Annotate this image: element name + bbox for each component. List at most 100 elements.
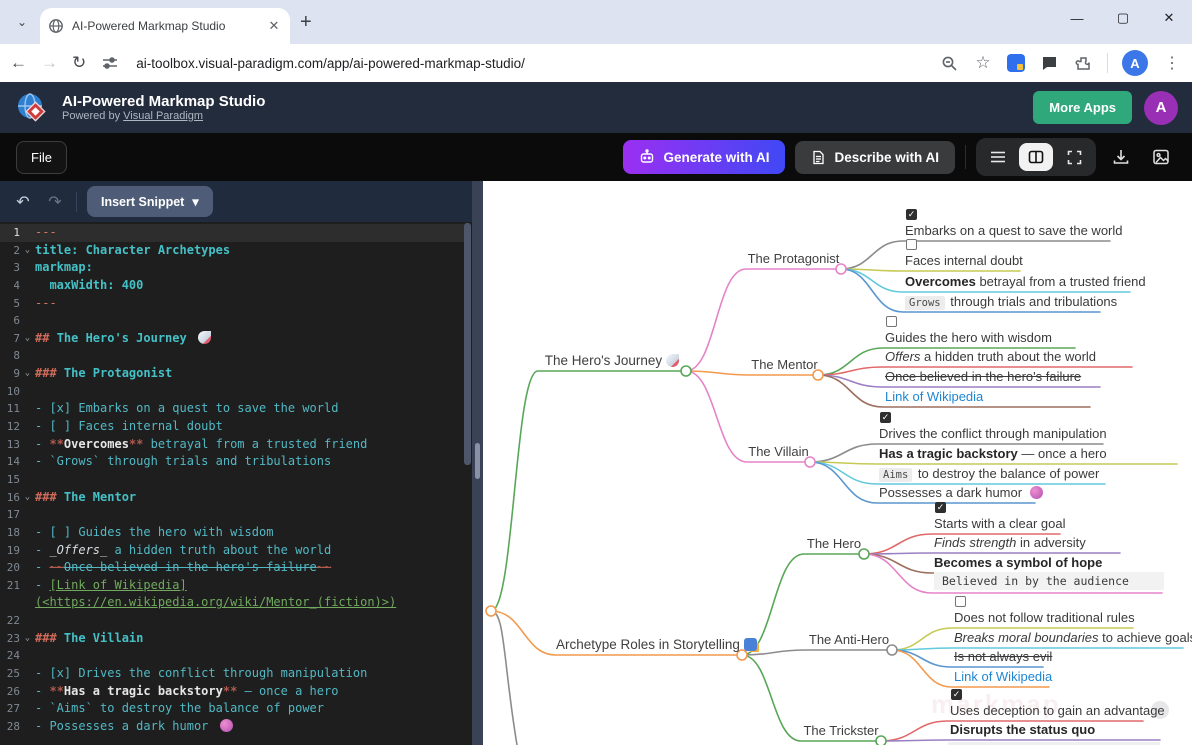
new-tab-button[interactable]: + [300, 11, 312, 34]
editor-only-view-icon[interactable] [981, 143, 1015, 171]
mindmap-panel[interactable]: markmap The Hero's JourneyArchetype Role… [483, 181, 1192, 745]
checkbox-unchecked[interactable] [886, 316, 897, 327]
map-node-anti_hero[interactable]: The Anti-Hero [806, 632, 892, 650]
map-node-archetype_roles[interactable]: Archetype Roles in Storytelling [556, 637, 742, 655]
code-editor[interactable]: 1---2⌄title: Character Archetypes3markma… [0, 222, 464, 745]
code-line[interactable]: 2⌄title: Character Archetypes [0, 242, 464, 260]
site-settings-tune-icon[interactable] [100, 53, 120, 73]
map-leaf-m4[interactable]: Link of Wikipedia [885, 389, 983, 407]
reload-icon[interactable]: ↻ [72, 53, 86, 73]
code-line[interactable]: 6 [0, 312, 464, 330]
describe-with-ai-button[interactable]: Describe with AI [795, 141, 955, 174]
panel-resize-divider[interactable] [472, 181, 483, 745]
forward-icon[interactable]: → [41, 53, 58, 73]
divider-scrollbar-thumb[interactable] [475, 443, 480, 479]
checkbox-checked[interactable]: ✓ [935, 502, 946, 513]
tab-search-chevron-icon[interactable]: ⌄ [8, 8, 36, 36]
tab-close-icon[interactable]: ✕ [266, 18, 282, 34]
map-node-protagonist[interactable]: The Protagonist [746, 251, 841, 269]
bookmark-star-icon[interactable]: ☆ [973, 53, 993, 73]
map-node-trickster[interactable]: The Trickster [801, 723, 881, 741]
window-minimize-icon[interactable]: — [1054, 11, 1100, 26]
code-line[interactable]: 13- **Overcomes** betrayal from a truste… [0, 436, 464, 454]
export-image-icon[interactable] [1146, 142, 1176, 172]
code-line[interactable]: 18- [ ] Guides the hero with wisdom [0, 524, 464, 542]
chat-bubble-icon[interactable] [1039, 53, 1059, 73]
map-leaf-h2[interactable]: Finds strength in adversity [934, 535, 1086, 553]
url-input[interactable]: ai-toolbox.visual-paradigm.com/app/ai-po… [136, 56, 925, 71]
map-leaf-a2[interactable]: Breaks moral boundaries to achieve goals [954, 630, 1192, 648]
checkbox-unchecked[interactable] [955, 596, 966, 607]
code-line[interactable]: 26- **Has a tragic backstory** — once a … [0, 683, 464, 701]
extension-colored-icon[interactable] [1007, 54, 1025, 72]
more-apps-button[interactable]: More Apps [1033, 91, 1132, 124]
map-leaf-v1[interactable]: ✓Drives the conflict through manipulatio… [879, 412, 1107, 444]
split-view-icon[interactable] [1019, 143, 1053, 171]
map-leaf-m1[interactable]: Guides the hero with wisdom [885, 316, 1052, 348]
code-line[interactable]: 21- [Link of Wikipedia] [0, 577, 464, 595]
map-leaf-h1[interactable]: ✓Starts with a clear goal [934, 502, 1066, 534]
code-line[interactable]: 3markmap: [0, 259, 464, 277]
code-line[interactable]: 12- [ ] Faces internal doubt [0, 418, 464, 436]
checkbox-unchecked[interactable] [906, 239, 917, 250]
file-menu-button[interactable]: File [16, 141, 67, 174]
code-line[interactable]: 20- ~~Once believed in the hero's failur… [0, 559, 464, 577]
map-node-heros_journey[interactable]: The Hero's Journey [538, 353, 686, 371]
editor-scrollbar-thumb[interactable] [464, 223, 471, 465]
code-line[interactable]: 25- [x] Drives the conflict through mani… [0, 665, 464, 683]
browser-profile-avatar[interactable]: A [1122, 50, 1148, 76]
code-line[interactable]: 19- _Offers_ a hidden truth about the wo… [0, 542, 464, 560]
map-node-hero[interactable]: The Hero [804, 536, 864, 554]
code-line[interactable]: 17 [0, 506, 464, 524]
checkbox-checked[interactable]: ✓ [951, 689, 962, 700]
account-avatar[interactable]: A [1144, 91, 1178, 125]
code-line[interactable]: 15 [0, 471, 464, 489]
map-leaf-p1[interactable]: ✓Embarks on a quest to save the world [905, 209, 1123, 241]
map-leaf-p2[interactable]: Faces internal doubt [905, 239, 1023, 271]
redo-icon[interactable]: ↷ [44, 192, 66, 212]
code-line[interactable]: 8 [0, 347, 464, 365]
map-leaf-h4[interactable]: Believed in by the audience [934, 572, 1164, 593]
code-line[interactable]: 5--- [0, 295, 464, 313]
wikipedia-link[interactable]: Link of Wikipedia [885, 389, 983, 404]
code-line[interactable]: 9⌄### The Protagonist [0, 365, 464, 383]
map-node-mentor[interactable]: The Mentor [751, 357, 818, 375]
browser-tab[interactable]: AI-Powered Markmap Studio ✕ [40, 8, 290, 44]
map-leaf-a3[interactable]: Is not always evil [954, 649, 1052, 667]
code-line[interactable]: 16⌄### The Mentor [0, 489, 464, 507]
insert-snippet-button[interactable]: Insert Snippet ▾ [87, 186, 213, 217]
code-line[interactable]: 22 [0, 612, 464, 630]
visual-paradigm-link[interactable]: Visual Paradigm [123, 110, 203, 122]
code-line[interactable]: 28- Possesses a dark humor [0, 718, 464, 736]
generate-with-ai-button[interactable]: Generate with AI [623, 140, 785, 174]
fold-chevron-icon[interactable]: ⌄ [20, 330, 35, 348]
code-line[interactable]: 23⌄### The Villain [0, 630, 464, 648]
map-leaf-m2[interactable]: Offers a hidden truth about the world [885, 349, 1096, 367]
map-leaf-p3[interactable]: Overcomes betrayal from a trusted friend [905, 274, 1146, 292]
code-line[interactable]: (<https://en.wikipedia.org/wiki/Mentor_(… [0, 594, 464, 612]
map-leaf-a1[interactable]: Does not follow traditional rules [954, 596, 1135, 628]
fold-chevron-icon[interactable]: ⌄ [20, 365, 35, 383]
map-leaf-v3[interactable]: Aims to destroy the balance of power [879, 466, 1099, 484]
map-leaf-a4[interactable]: Link of Wikipedia [954, 669, 1052, 687]
code-line[interactable]: 1--- [0, 224, 464, 242]
map-leaf-p4[interactable]: Grows through trials and tribulations [905, 294, 1117, 312]
fold-chevron-icon[interactable]: ⌄ [20, 489, 35, 507]
map-leaf-t2[interactable]: Disrupts the status quo [950, 722, 1095, 740]
zoom-magnifier-icon[interactable] [939, 53, 959, 73]
fullscreen-view-icon[interactable] [1057, 143, 1091, 171]
code-line[interactable]: 14- `Grows` through trials and tribulati… [0, 453, 464, 471]
download-icon[interactable] [1106, 142, 1136, 172]
root-node-circle[interactable] [486, 606, 496, 616]
map-node-villain[interactable]: The Villain [747, 444, 810, 462]
map-leaf-h3[interactable]: Becomes a symbol of hope [934, 555, 1102, 573]
window-maximize-icon[interactable]: ▢ [1100, 10, 1146, 26]
back-icon[interactable]: ← [10, 53, 27, 73]
code-line[interactable]: 4 maxWidth: 400 [0, 277, 464, 295]
fold-chevron-icon[interactable]: ⌄ [20, 630, 35, 648]
map-leaf-v2[interactable]: Has a tragic backstory — once a hero [879, 446, 1107, 464]
browser-menu-kebab-icon[interactable]: ⋮ [1162, 53, 1182, 73]
map-leaf-v4[interactable]: Possesses a dark humor [879, 485, 1043, 503]
checkbox-checked[interactable]: ✓ [880, 412, 891, 423]
code-line[interactable]: 10 [0, 383, 464, 401]
